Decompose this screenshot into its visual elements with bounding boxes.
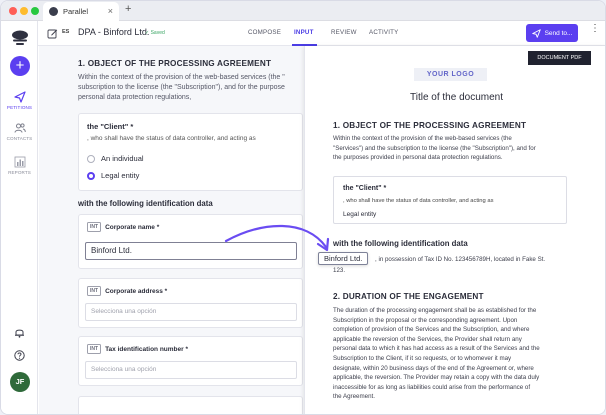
close-window-dot[interactable] bbox=[9, 7, 17, 15]
sidebar: + PETITIONS CONTACTS REPORTS JF bbox=[1, 21, 38, 414]
logo-placeholder: YOUR LOGO bbox=[414, 68, 487, 81]
client-label: the "Client" * bbox=[87, 122, 134, 131]
paragraph-line: Subscription in the proposal or the corr… bbox=[333, 316, 518, 324]
preview-client-description: , who shall have the status of data cont… bbox=[343, 198, 494, 204]
radio-circle[interactable] bbox=[87, 154, 95, 163]
parallel-logo-icon bbox=[49, 7, 58, 16]
input-form: 1. OBJECT OF THE PROCESSING AGREEMENT Wi… bbox=[39, 46, 307, 414]
tab-input[interactable]: INPUT bbox=[294, 29, 314, 36]
tax-id-select[interactable]: Selecciona una opción bbox=[85, 361, 297, 379]
radio-label: An individual bbox=[101, 154, 144, 163]
preview-client-label: the "Client" * bbox=[343, 185, 387, 192]
paragraph-line: completion of provision of the Services … bbox=[333, 326, 530, 334]
paragraph-line: Within the context of the provision of t… bbox=[333, 135, 512, 142]
add-button[interactable]: + bbox=[10, 56, 30, 76]
browser-tab-title: Parallel bbox=[63, 7, 89, 16]
paragraph-line: applicable the reversion of the Services… bbox=[333, 335, 522, 343]
sidebar-item-contacts[interactable]: CONTACTS bbox=[1, 122, 38, 141]
maximize-window-dot[interactable] bbox=[31, 7, 39, 15]
paragraph-line: Subscription to the Client, if it so req… bbox=[333, 354, 512, 362]
sidebar-item-label: CONTACTS bbox=[6, 136, 33, 141]
paragraph-line: "Services") and the subscription to the … bbox=[333, 144, 536, 152]
client-card: the "Client" * , who shall have the stat… bbox=[78, 113, 303, 191]
field-card-corporate-address: INT Corporate address * Selecciona una o… bbox=[78, 278, 303, 328]
radio-legal-entity[interactable]: Legal entity bbox=[87, 171, 139, 180]
field-label: INT Tax identification number * bbox=[87, 344, 188, 354]
tab-close-icon[interactable]: × bbox=[108, 6, 113, 16]
preview-identification-title: with the following identification data bbox=[333, 239, 468, 248]
paragraph-line: subscription to the license (the "Subscr… bbox=[78, 84, 285, 91]
preview-paragraph-2: The duration of the processing engagemen… bbox=[333, 306, 567, 402]
highlighted-corporate-name: Binford Ltd. bbox=[318, 252, 369, 265]
sidebar-item-label: REPORTS bbox=[8, 170, 31, 175]
paper-plane-icon bbox=[13, 91, 26, 103]
tab-review[interactable]: REVIEW bbox=[331, 29, 357, 36]
browser-titlebar: Parallel × + bbox=[1, 1, 605, 21]
paragraph-line: The duration of the processing engagemen… bbox=[333, 307, 537, 314]
browser-tab[interactable]: Parallel × bbox=[43, 2, 119, 21]
more-options-icon[interactable]: ⋮ bbox=[590, 24, 600, 34]
tab-activity[interactable]: ACTIVITY bbox=[369, 29, 398, 36]
edit-icon[interactable] bbox=[47, 28, 58, 39]
bar-chart-icon bbox=[14, 156, 25, 168]
preview-section-title-2: 2. DURATION OF THE ENGAGEMENT bbox=[333, 292, 484, 301]
app-window: Parallel × + + PETITIONS CONTACTS REPORT… bbox=[0, 0, 606, 415]
field-label-text: Tax identification number * bbox=[105, 345, 189, 353]
field-label-text: Corporate name * bbox=[105, 223, 160, 231]
paper-plane-icon bbox=[531, 28, 541, 38]
preview-document-title: Title of the document bbox=[409, 92, 503, 103]
saved-status: ✓ Saved bbox=[145, 30, 165, 36]
paragraph-line: Within the context of the provision of t… bbox=[78, 74, 285, 81]
paragraph-line: the Agreement. bbox=[333, 393, 375, 401]
int-badge: INT bbox=[87, 344, 102, 354]
int-badge: INT bbox=[87, 286, 102, 296]
tab-compose[interactable]: COMPOSE bbox=[248, 29, 281, 36]
section-title: 1. OBJECT OF THE PROCESSING AGREEMENT bbox=[78, 59, 272, 68]
users-icon bbox=[14, 123, 26, 133]
avatar[interactable]: JF bbox=[10, 372, 30, 392]
help-icon[interactable] bbox=[14, 350, 25, 361]
sidebar-item-label: PETITIONS bbox=[6, 105, 33, 110]
radio-circle[interactable] bbox=[87, 171, 95, 180]
field-label-text: Corporate address * bbox=[105, 287, 168, 295]
client-description: , who shall have the status of data cont… bbox=[87, 135, 256, 142]
paragraph-line: applicable, the reversion. The Provider … bbox=[333, 374, 540, 382]
paragraph-line: personal data to which it has had access… bbox=[333, 345, 540, 353]
paragraph-line: inaccessible for as long as liabilities … bbox=[333, 383, 531, 391]
app-logo-icon[interactable] bbox=[11, 29, 29, 47]
paragraph-line: personal data protection regulations, bbox=[78, 94, 192, 101]
field-label: INT Corporate address * bbox=[87, 286, 167, 296]
radio-label: Legal entity bbox=[101, 171, 140, 180]
send-to-button[interactable]: Send to... bbox=[526, 24, 578, 42]
field-label: INT Corporate name * bbox=[87, 222, 159, 232]
document-preview: DOCUMENT PDF YOUR LOGO Title of the docu… bbox=[304, 46, 605, 414]
identification-title: with the following identification data bbox=[78, 199, 213, 208]
sidebar-item-petitions[interactable]: PETITIONS bbox=[1, 91, 38, 110]
preview-client-value: Legal entity bbox=[343, 211, 377, 218]
topbar: ES DPA - Binford Ltd. ✓ Saved COMPOSE IN… bbox=[38, 21, 605, 46]
sidebar-item-reports[interactable]: REPORTS bbox=[1, 156, 38, 175]
int-badge: INT bbox=[87, 222, 102, 232]
preview-paragraph: Within the context of the provision of t… bbox=[333, 134, 567, 163]
radio-individual[interactable]: An individual bbox=[87, 154, 144, 163]
paragraph-line: the purposes provided in personal data p… bbox=[333, 154, 503, 162]
field-card-tax-id: INT Tax identification number * Seleccio… bbox=[78, 336, 303, 386]
preview-section-title: 1. OBJECT OF THE PROCESSING AGREEMENT bbox=[333, 121, 527, 130]
preview-identification-text: , in possession of Tax ID No. 123456789H… bbox=[375, 256, 546, 263]
paragraph-line: designate, within 20 business days of th… bbox=[333, 364, 534, 372]
minimize-window-dot[interactable] bbox=[20, 7, 28, 15]
corporate-name-input[interactable]: Binford Ltd. bbox=[85, 242, 297, 260]
field-card-next bbox=[78, 396, 303, 414]
section-paragraph: Within the context of the provision of t… bbox=[78, 73, 307, 103]
preview-client-block: the "Client" * , who shall have the stat… bbox=[333, 176, 567, 224]
language-badge[interactable]: ES bbox=[62, 29, 69, 35]
document-pdf-button[interactable]: DOCUMENT PDF bbox=[528, 51, 591, 65]
field-card-corporate-name: INT Corporate name * Binford Ltd. bbox=[78, 214, 303, 269]
document-title[interactable]: DPA - Binford Ltd. bbox=[78, 27, 149, 37]
corporate-address-select[interactable]: Selecciona una opción bbox=[85, 303, 297, 321]
bell-icon[interactable] bbox=[14, 327, 25, 338]
send-to-label: Send to... bbox=[544, 29, 573, 37]
new-tab-icon[interactable]: + bbox=[125, 3, 131, 15]
preview-identification-text-2: 123. bbox=[333, 267, 346, 274]
